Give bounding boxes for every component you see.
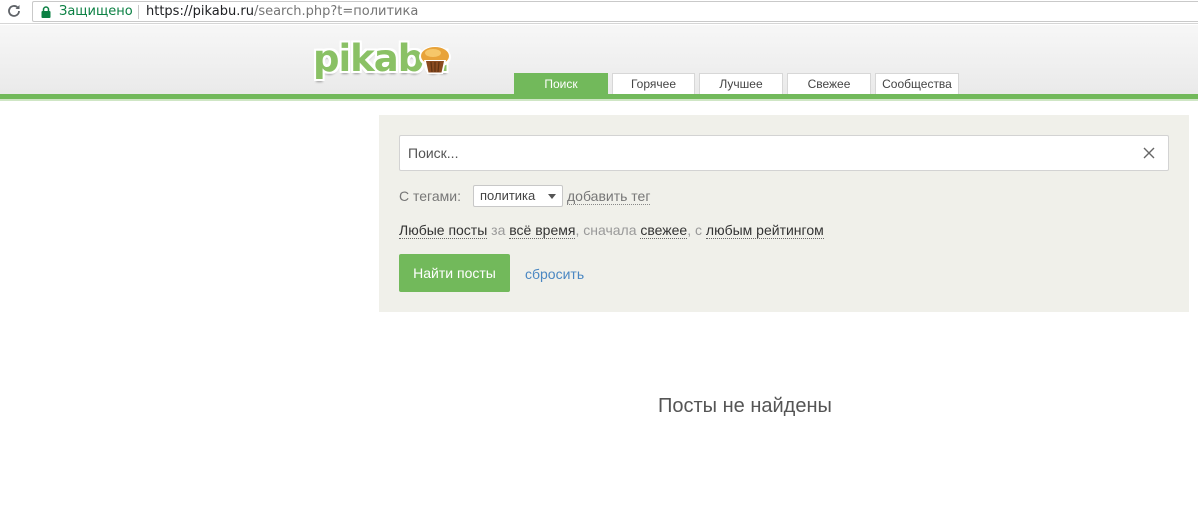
filter-posts-type[interactable]: Любые посты	[399, 222, 488, 239]
filter-rating[interactable]: любым рейтингом	[705, 222, 824, 239]
reset-link[interactable]: сбросить	[525, 266, 584, 282]
search-input[interactable]	[400, 136, 1130, 170]
tab-search[interactable]: Поиск	[514, 73, 608, 94]
tags-label: С тегами:	[399, 188, 461, 204]
search-box	[399, 135, 1169, 171]
close-icon[interactable]	[1142, 146, 1156, 160]
url-host: https://pikabu.ru	[146, 4, 254, 19]
secure-label: Защищено	[59, 4, 133, 19]
url-bar[interactable]: Защищено https://pikabu.ru/search.php?t=…	[32, 1, 1198, 22]
url-path: /search.php?t=политика	[253, 4, 419, 19]
filter-row: Любые посты за всё время, сначала свежее…	[399, 222, 824, 239]
filter-period[interactable]: всё время	[509, 222, 576, 239]
muffin-icon	[419, 46, 451, 74]
lock-icon	[41, 6, 51, 18]
tab-communities[interactable]: Сообщества	[875, 73, 959, 94]
filter-text-for: за	[487, 222, 510, 238]
url-divider	[138, 5, 139, 19]
filter-sort[interactable]: свежее	[640, 222, 688, 239]
filter-text-sort: , сначала	[575, 222, 641, 238]
search-panel: С тегами: политика добавить тег Любые по…	[379, 115, 1189, 312]
url-text[interactable]: https://pikabu.ru/search.php?t=политика	[146, 4, 418, 19]
find-posts-button[interactable]: Найти посты	[399, 254, 510, 292]
tab-hot[interactable]: Горячее	[612, 73, 695, 94]
tab-fresh[interactable]: Свежее	[787, 73, 871, 94]
reload-icon[interactable]	[6, 3, 22, 19]
header-underline-shadow	[0, 99, 1198, 101]
browser-address-bar: Защищено https://pikabu.ru/search.php?t=…	[0, 0, 1198, 24]
tab-best[interactable]: Лучшее	[699, 73, 783, 94]
filter-text-with: , с	[687, 222, 706, 238]
add-tag-link[interactable]: добавить тег	[567, 188, 651, 205]
tag-select-value: политика	[480, 188, 536, 203]
tag-select[interactable]: политика	[473, 185, 563, 207]
no-results-message: Посты не найдены	[658, 395, 832, 417]
pikabu-logo[interactable]: pikabu	[313, 37, 458, 83]
chevron-down-icon	[548, 194, 556, 199]
